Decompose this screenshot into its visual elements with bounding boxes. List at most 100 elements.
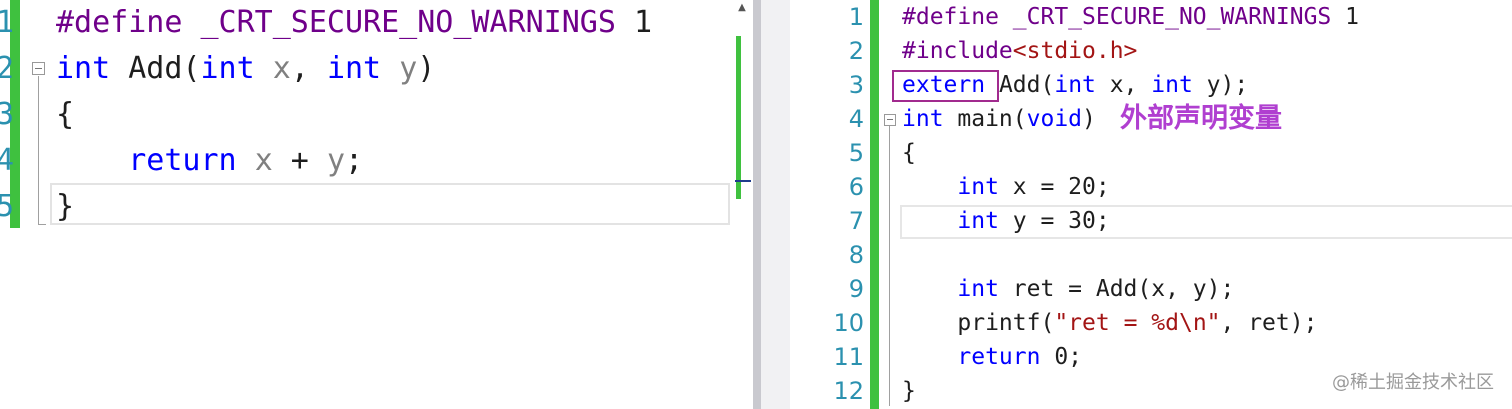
code-token: #define _CRT_SECURE_NO_WARNINGS xyxy=(56,5,634,40)
right-editor-margin xyxy=(761,0,790,409)
left-code-line[interactable]: #define _CRT_SECURE_NO_WARNINGS 1 xyxy=(56,0,652,46)
editor-splitter[interactable] xyxy=(753,0,761,409)
code-token: int xyxy=(326,51,382,86)
code-token: printf( xyxy=(902,310,1055,336)
left-line-number: 1 xyxy=(0,5,15,40)
scrollbar-change-marker xyxy=(736,36,741,199)
right-line-number: 5 xyxy=(848,139,864,167)
right-line-number: 3 xyxy=(848,71,864,99)
code-token: x xyxy=(254,143,273,178)
code-token: extern xyxy=(902,72,986,98)
code-token: \n" xyxy=(1178,310,1221,336)
right-code-line[interactable]: return 0; xyxy=(902,340,1082,374)
code-token: int xyxy=(957,208,999,234)
right-code-line[interactable]: } xyxy=(902,374,916,408)
left-collapse-icon[interactable] xyxy=(32,62,45,75)
code-token: x, xyxy=(1095,72,1152,98)
right-code-line[interactable]: printf("ret = %d\n", ret); xyxy=(902,306,1317,340)
left-code-line[interactable]: int Add(int x, int y) xyxy=(56,46,435,92)
right-code-line[interactable]: #include<stdio.h> xyxy=(902,34,1137,68)
right-line-number: 1 xyxy=(848,3,864,31)
right-line-number: 11 xyxy=(833,343,864,371)
code-token: #define _CRT_SECURE_NO_WARNINGS xyxy=(902,4,1346,30)
code-token: main( xyxy=(943,106,1027,132)
code-token: int xyxy=(56,51,111,86)
code-token: int xyxy=(1054,72,1096,98)
code-token: } xyxy=(56,189,75,224)
right-code-line[interactable]: #define _CRT_SECURE_NO_WARNINGS 1 xyxy=(902,0,1359,34)
code-token: ret = Add(x, y); xyxy=(998,276,1235,302)
code-token: int xyxy=(902,106,944,132)
left-fold-guide xyxy=(38,76,39,224)
code-token: 1 xyxy=(1345,4,1359,30)
code-token: y = 30; xyxy=(998,208,1110,234)
right-collapse-icon[interactable] xyxy=(884,114,896,126)
code-token: , xyxy=(290,51,327,86)
code-token: int xyxy=(1151,72,1193,98)
code-token: + xyxy=(272,143,327,178)
code-token: int xyxy=(957,276,999,302)
right-line-number: 7 xyxy=(848,207,864,235)
code-token: Add( xyxy=(985,72,1055,98)
right-code-line[interactable]: int x = 20; xyxy=(902,170,1110,204)
code-token: , ret); xyxy=(1220,310,1318,336)
right-line-number: 8 xyxy=(848,241,864,269)
right-code-line[interactable]: int ret = Add(x, y); xyxy=(902,272,1234,306)
code-token: x = 20; xyxy=(998,174,1110,200)
right-fold-guide xyxy=(889,126,890,406)
code-token: 1 xyxy=(633,5,653,40)
scrollbar-caret-marker xyxy=(735,180,751,182)
code-token: <stdio.h> xyxy=(1012,38,1138,64)
right-line-number: 2 xyxy=(848,37,864,65)
right-line-number: 10 xyxy=(833,309,864,337)
right-line-number: 4 xyxy=(848,105,864,133)
code-token: "ret = xyxy=(1054,310,1152,336)
code-token: #include xyxy=(902,38,1013,64)
left-fold-guide-end xyxy=(38,224,46,225)
code-token: ) xyxy=(417,51,436,86)
left-line-number: 5 xyxy=(0,189,15,224)
code-token: void xyxy=(1026,106,1083,132)
annotation-label: 外部声明变量 xyxy=(1120,103,1282,134)
scroll-up-arrow-icon[interactable]: ▲ xyxy=(733,0,751,16)
code-token: Add( xyxy=(110,51,201,86)
code-token: ) xyxy=(1082,106,1096,132)
code-token: y xyxy=(326,143,345,178)
code-token: y xyxy=(399,51,418,86)
right-line-number: 12 xyxy=(833,377,864,405)
right-code-line[interactable]: extern Add(int x, int y); xyxy=(902,68,1248,102)
code-token: { xyxy=(56,97,75,132)
left-code-line[interactable]: return x + y; xyxy=(56,138,363,184)
left-line-number: 4 xyxy=(0,143,15,178)
code-token: y); xyxy=(1192,72,1249,98)
code-token: } xyxy=(902,378,916,404)
left-vertical-scrollbar[interactable]: ▲ xyxy=(733,0,753,409)
left-code-line[interactable]: { xyxy=(56,92,74,138)
right-code-line[interactable]: int main(void) xyxy=(902,102,1096,136)
watermark: @稀土掘金技术社区 xyxy=(1332,372,1494,393)
right-code-editor[interactable]: #define _CRT_SECURE_NO_WARNINGS 1 #includ… xyxy=(790,0,1512,409)
left-line-number: 3 xyxy=(0,97,15,132)
right-line-number: 6 xyxy=(848,173,864,201)
code-token: 0; xyxy=(1040,344,1083,370)
code-token: return xyxy=(128,143,237,178)
left-code-line[interactable]: } xyxy=(56,184,74,230)
left-code-editor[interactable]: #define _CRT_SECURE_NO_WARNINGS 1 int Add… xyxy=(0,0,733,409)
right-code-line[interactable]: int y = 30; xyxy=(902,204,1110,238)
right-line-number: 9 xyxy=(848,275,864,303)
left-line-number: 2 xyxy=(0,51,15,86)
right-change-indicator-bar xyxy=(870,0,879,409)
code-token: int xyxy=(957,174,999,200)
right-code-line[interactable]: { xyxy=(902,136,916,170)
code-token: %d xyxy=(1151,310,1179,336)
code-token: x xyxy=(272,51,291,86)
code-token: int xyxy=(200,51,255,86)
code-token: { xyxy=(902,140,916,166)
